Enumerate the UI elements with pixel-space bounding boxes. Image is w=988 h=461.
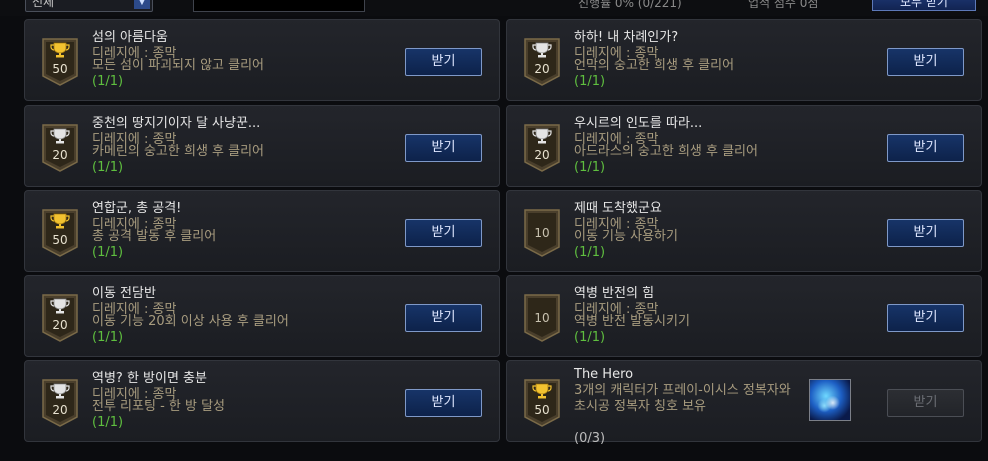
trophy-icon <box>50 213 70 229</box>
achievement-description: 이동 기능 사용하기 <box>574 229 678 244</box>
receive-reward-button[interactable]: 받기 <box>405 304 482 332</box>
receive-reward-button[interactable]: 받기 <box>887 48 964 76</box>
achievement-badge: 20 <box>42 294 78 342</box>
achievement-progress: (1/1) <box>92 245 124 260</box>
achievement-progress: (1/1) <box>92 330 124 345</box>
achievement-points: 50 <box>52 62 68 76</box>
achievement-progress: (1/1) <box>92 74 124 89</box>
trophy-icon <box>50 298 70 314</box>
achievement-description: 모든 섬이 파괴되지 않고 클리어 <box>92 58 265 73</box>
trophy-icon <box>532 128 552 144</box>
achievement-description: 카메린의 숭고한 희생 후 클리어 <box>92 144 265 159</box>
achievement-card: 10 제때 도착했군요 디레지에 : 종막 이동 기능 사용하기 (1/1) 받기 <box>506 190 982 272</box>
achievement-badge: 50 <box>524 379 560 427</box>
receive-reward-button[interactable]: 받기 <box>405 134 482 162</box>
achievement-points: 10 <box>534 311 550 325</box>
achievement-badge: 20 <box>524 124 560 172</box>
achievement-points: 20 <box>52 403 68 417</box>
achievement-card: 20 우시르의 인도를 따라... 디레지에 : 종막 아드라스의 숭고한 희생 후 … <box>506 105 982 187</box>
achievement-card: 10 역병 반전의 힘 디레지에 : 종막 역병 반전 발동시키기 (1/1) 받기 <box>506 275 982 357</box>
receive-reward-button[interactable]: 받기 <box>887 389 964 417</box>
trophy-icon <box>532 383 552 399</box>
achievement-description: 이동 기능 20회 이상 사용 후 클리어 <box>92 314 289 329</box>
achievement-progress: (1/1) <box>574 74 606 89</box>
completion-progress: 진행률 0% (0/221) <box>578 0 682 10</box>
achievement-score: 업적 점수 0점 <box>748 0 819 10</box>
achievement-card: 50 연합군, 총 공격! 디레지에 : 종막 총 공격 발동 후 클리어 (1/1) 받… <box>24 190 500 272</box>
category-filter-select[interactable]: 전체 ▼ <box>25 0 153 12</box>
achievement-progress: (1/1) <box>574 160 606 175</box>
receive-all-button[interactable]: 모두 받기 <box>872 0 976 11</box>
achievement-card: 20 중천의 땅지기이자 달 사냥꾼... 디레지에 : 종막 카메린의 숭고한 희생… <box>24 105 500 187</box>
achievement-points: 20 <box>52 148 68 162</box>
receive-reward-button[interactable]: 받기 <box>405 219 482 247</box>
achievement-card: 20 하하! 내 차례인가? 디레지에 : 종막 언막의 숭고한 희생 후 클리어 (1… <box>506 19 982 101</box>
achievement-card: 20 이동 전담반 디레지에 : 종막 이동 기능 20회 이상 사용 후 클리어 (1… <box>24 275 500 357</box>
achievement-description: 총 공격 발동 후 클리어 <box>92 229 217 244</box>
achievement-badge: 10 <box>524 294 560 342</box>
receive-reward-button[interactable]: 받기 <box>405 48 482 76</box>
receive-reward-button[interactable]: 받기 <box>887 134 964 162</box>
achievement-card: 50 The Hero 3개의 캐릭터가 프레이-이시스 정복자와 초시공 정복자 … <box>506 360 982 446</box>
achievement-description: 전투 리포팅 - 한 방 달성 <box>92 399 225 414</box>
achievement-points: 50 <box>534 403 550 417</box>
trophy-icon <box>50 42 70 58</box>
achievement-progress: (1/1) <box>92 160 124 175</box>
achievement-description: 아드라스의 숭고한 희생 후 클리어 <box>574 144 758 159</box>
achievement-description: 언막의 숭고한 희생 후 클리어 <box>574 58 735 73</box>
trophy-icon <box>50 128 70 144</box>
achievement-points: 20 <box>534 62 550 76</box>
achievement-progress: (1/1) <box>92 415 124 430</box>
achievement-badge: 20 <box>42 124 78 172</box>
receive-reward-button[interactable]: 받기 <box>887 304 964 332</box>
achievement-list: 50 섬의 아름다움 디레지에 : 종막 모든 섬이 파괴되지 않고 클리어 (1/1)… <box>24 19 982 449</box>
category-filter-value: 전체 <box>32 0 55 9</box>
achievement-badge: 10 <box>524 209 560 257</box>
achievement-progress: (0/3) <box>574 431 606 446</box>
achievement-badge: 50 <box>42 38 78 86</box>
achievement-title: The Hero <box>574 367 634 382</box>
achievement-points: 50 <box>52 233 68 247</box>
chevron-down-icon[interactable]: ▼ <box>134 0 150 9</box>
reward-item-icon[interactable] <box>809 379 851 421</box>
trophy-icon <box>50 383 70 399</box>
achievement-card: 20 역병? 한 방이면 충분 디레지에 : 종막 전투 리포팅 - 한 방 달성 (1… <box>24 360 500 442</box>
search-input[interactable] <box>193 0 365 12</box>
achievement-description: 역병 반전 발동시키기 <box>574 314 690 329</box>
achievement-progress: (1/1) <box>574 330 606 345</box>
achievement-points: 20 <box>534 148 550 162</box>
achievement-progress: (1/1) <box>574 245 606 260</box>
achievement-points: 20 <box>52 318 68 332</box>
top-toolbar: 전체 ▼ 진행률 0% (0/221) 업적 점수 0점 모두 받기 <box>0 0 988 16</box>
achievement-badge: 20 <box>524 38 560 86</box>
achievement-badge: 50 <box>42 209 78 257</box>
achievement-card: 50 섬의 아름다움 디레지에 : 종막 모든 섬이 파괴되지 않고 클리어 (1/1)… <box>24 19 500 101</box>
achievement-points: 10 <box>534 226 550 240</box>
achievement-description: 3개의 캐릭터가 프레이-이시스 정복자와 초시공 정복자 칭호 보유 <box>574 383 791 414</box>
trophy-icon <box>532 42 552 58</box>
achievement-badge: 20 <box>42 379 78 427</box>
receive-reward-button[interactable]: 받기 <box>887 219 964 247</box>
receive-reward-button[interactable]: 받기 <box>405 389 482 417</box>
